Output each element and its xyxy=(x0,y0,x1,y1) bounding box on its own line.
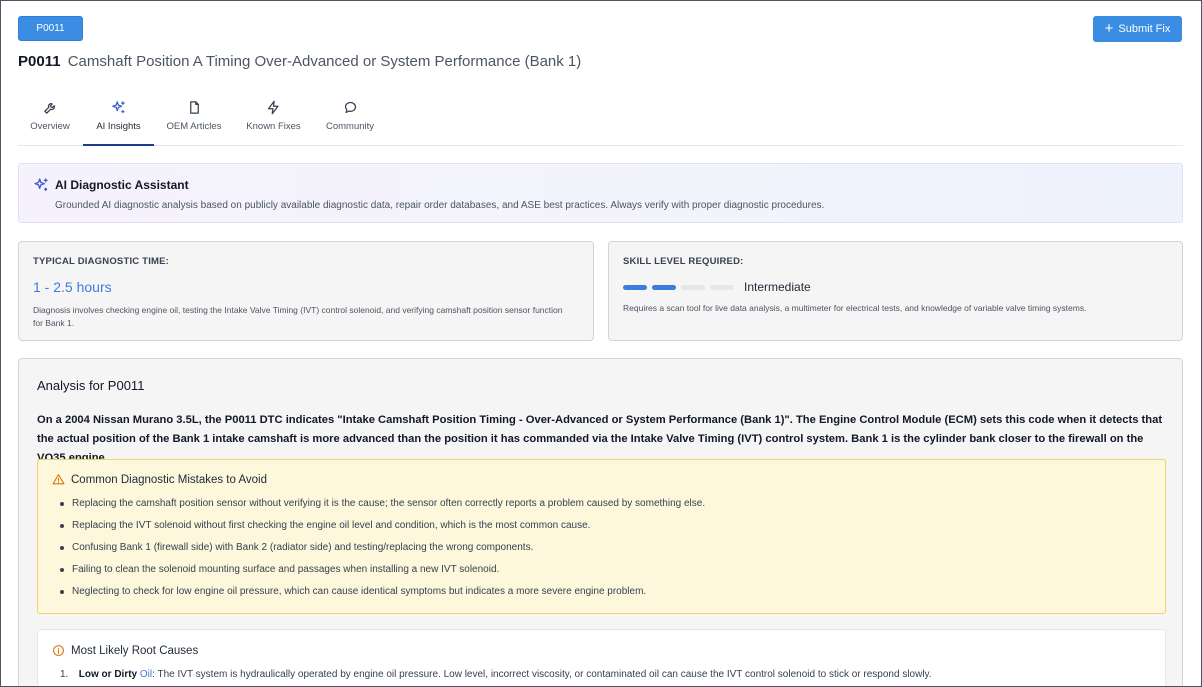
file-icon xyxy=(189,101,199,114)
diagnostic-time-note: Diagnosis involves checking engine oil, … xyxy=(33,305,563,328)
analysis-panel: Analysis for P0011 On a 2004 Nissan Mura… xyxy=(18,358,1183,686)
ai-banner-title: AI Diagnostic Assistant xyxy=(55,178,189,192)
tab-overview[interactable]: Overview xyxy=(28,97,72,145)
diagnostic-time-value: 1 - 2.5 hours xyxy=(33,279,112,295)
page-title: P0011 Camshaft Position A Timing Over-Ad… xyxy=(18,53,581,70)
skill-segment xyxy=(623,284,647,290)
analysis-title: Analysis for P0011 xyxy=(37,378,145,393)
skill-segment xyxy=(710,284,734,290)
tab-label: Known Fixes xyxy=(246,121,301,132)
list-item: Failing to clean the solenoid mounting s… xyxy=(56,564,705,586)
sparkles-icon xyxy=(34,178,48,191)
tab-community[interactable]: Community xyxy=(323,97,377,145)
root-causes-box: Most Likely Root Causes 1. Low or Dirty … xyxy=(37,629,1166,686)
diagnostic-time-label: TYPICAL DIAGNOSTIC TIME: xyxy=(33,256,170,267)
skill-level-card: SKILL LEVEL REQUIRED: Intermediate Requi… xyxy=(608,241,1183,341)
submit-fix-button[interactable]: + Submit Fix xyxy=(1093,16,1182,42)
skill-level-value: Intermediate xyxy=(744,280,811,294)
lightning-icon xyxy=(267,100,279,115)
root-causes-title: Most Likely Root Causes xyxy=(71,644,199,657)
tab-label: AI Insights xyxy=(96,121,141,132)
skill-segment xyxy=(681,284,705,290)
cause-title: Low or Dirty xyxy=(78,669,138,680)
wrench-icon xyxy=(43,103,55,114)
list-item: Neglecting to check for low engine oil p… xyxy=(56,586,705,608)
cause-link[interactable]: Oil xyxy=(140,669,152,680)
mistakes-title: Common Diagnostic Mistakes to Avoid xyxy=(71,473,268,486)
tab-label: Community xyxy=(325,121,375,132)
title-description: Camshaft Position A Timing Over-Advanced… xyxy=(67,53,582,70)
cause-text: : The IVT system is hydraulically operat… xyxy=(152,669,932,680)
mistakes-list: Replacing the camshaft position sensor w… xyxy=(56,498,705,608)
skill-segment xyxy=(652,284,676,290)
diagnostic-time-card: TYPICAL DIAGNOSTIC TIME: 1 - 2.5 hours D… xyxy=(18,241,594,341)
list-item: 1. Low or Dirty Oil: The IVT system is h… xyxy=(60,669,932,680)
chat-icon xyxy=(344,101,356,114)
tab-known-fixes[interactable]: Known Fixes xyxy=(244,97,303,145)
tab-oem-articles[interactable]: OEM Articles xyxy=(165,97,223,145)
sparkles-icon xyxy=(112,101,125,114)
skill-level-note: Requires a scan tool for live data analy… xyxy=(623,303,1087,313)
info-icon xyxy=(53,645,64,656)
list-item: Confusing Bank 1 (firewall side) with Ba… xyxy=(56,542,705,564)
skill-meter: Intermediate xyxy=(623,280,811,294)
ai-banner-text: Grounded AI diagnostic analysis based on… xyxy=(55,200,825,211)
list-item: Replacing the IVT solenoid without first… xyxy=(56,520,705,542)
tab-bar: Overview AI Insights OEM Articles Known … xyxy=(18,97,1183,146)
app-frame: P0011 + Submit Fix P0011 Camshaft Positi… xyxy=(0,0,1202,687)
tab-label: Overview xyxy=(30,121,70,132)
list-number: 1. xyxy=(60,669,69,680)
tab-ai-insights[interactable]: AI Insights xyxy=(83,97,154,146)
mistakes-box: Common Diagnostic Mistakes to Avoid Repl… xyxy=(37,459,1166,614)
tab-label: OEM Articles xyxy=(166,121,222,132)
list-item: Replacing the camshaft position sensor w… xyxy=(56,498,705,520)
skill-level-label: SKILL LEVEL REQUIRED: xyxy=(623,256,744,267)
plus-icon: + xyxy=(1104,20,1114,37)
dtc-code-button[interactable]: P0011 xyxy=(18,16,83,41)
submit-fix-label: Submit Fix xyxy=(1118,23,1171,35)
ai-assistant-banner: AI Diagnostic Assistant Grounded AI diag… xyxy=(18,163,1183,223)
warning-icon xyxy=(52,474,65,485)
title-code: P0011 xyxy=(18,53,61,70)
